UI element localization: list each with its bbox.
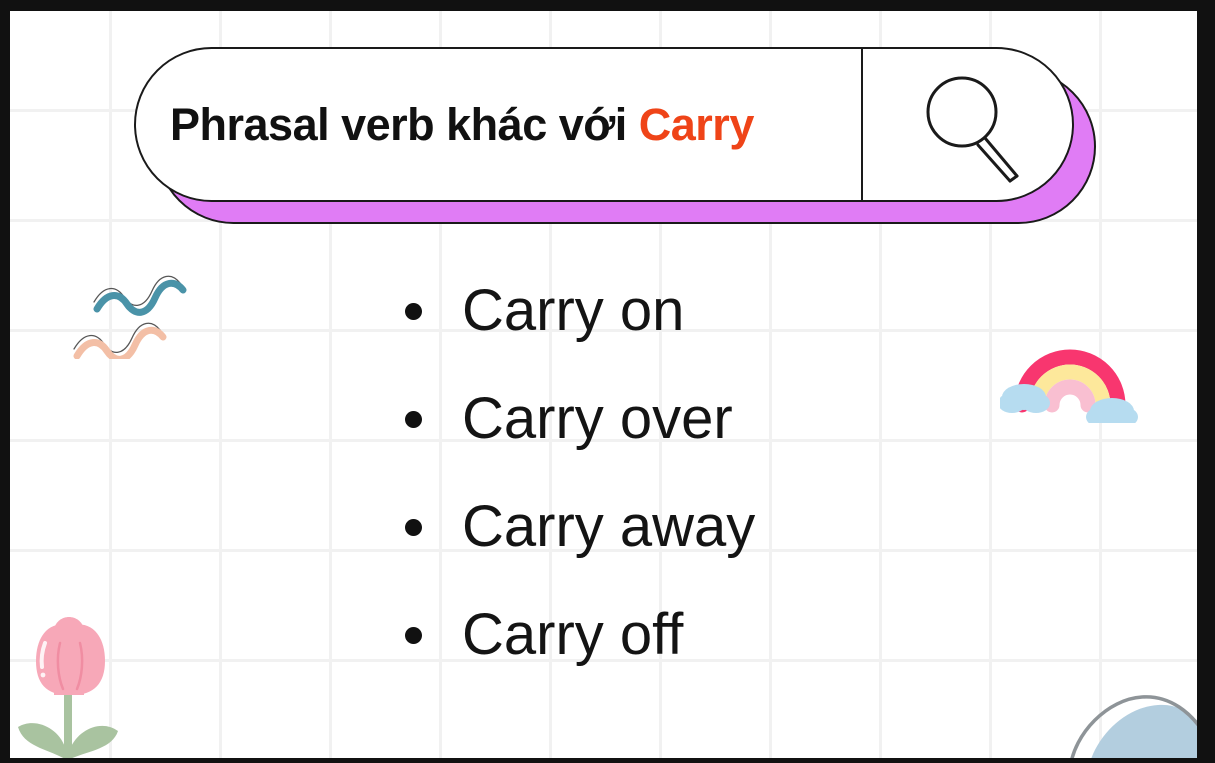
bullet-dot-icon — [405, 410, 422, 428]
squiggle-doodle — [72, 229, 207, 364]
list-item-label: Carry off — [462, 602, 684, 667]
tulip-doodle — [18, 599, 133, 758]
bullet-dot-icon — [405, 626, 422, 644]
list-item-label: Carry away — [462, 494, 756, 559]
list-item: Carry on — [405, 257, 755, 365]
search-bar[interactable]: Phrasal verb khác với Carry — [124, 37, 1099, 227]
search-query-prefix: Phrasal verb khác với — [170, 99, 639, 150]
bullet-dot-icon — [405, 302, 422, 320]
list-item: Carry over — [405, 365, 755, 473]
list-item: Carry away — [405, 473, 755, 581]
search-button[interactable] — [863, 49, 1072, 200]
list-item: Carry off — [405, 581, 755, 689]
slide-canvas: Phrasal verb khác với Carry Carry on Car… — [10, 11, 1197, 758]
search-query-highlight: Carry — [638, 99, 755, 150]
list-item-label: Carry on — [462, 278, 685, 343]
search-bar-box[interactable]: Phrasal verb khác với Carry — [134, 47, 1074, 202]
slide-frame: Phrasal verb khác với Carry Carry on Car… — [0, 0, 1215, 763]
phrasal-verb-list: Carry on Carry over Carry away Carry off — [405, 257, 755, 689]
list-item-label: Carry over — [462, 386, 733, 451]
rainbow-doodle — [998, 323, 1140, 428]
search-input[interactable]: Phrasal verb khác với Carry — [136, 49, 863, 200]
blue-blob-doodle — [1030, 669, 1197, 758]
bullet-dot-icon — [405, 518, 422, 536]
search-query-text: Phrasal verb khác với Carry — [170, 102, 754, 147]
magnifier-icon — [926, 76, 1018, 182]
